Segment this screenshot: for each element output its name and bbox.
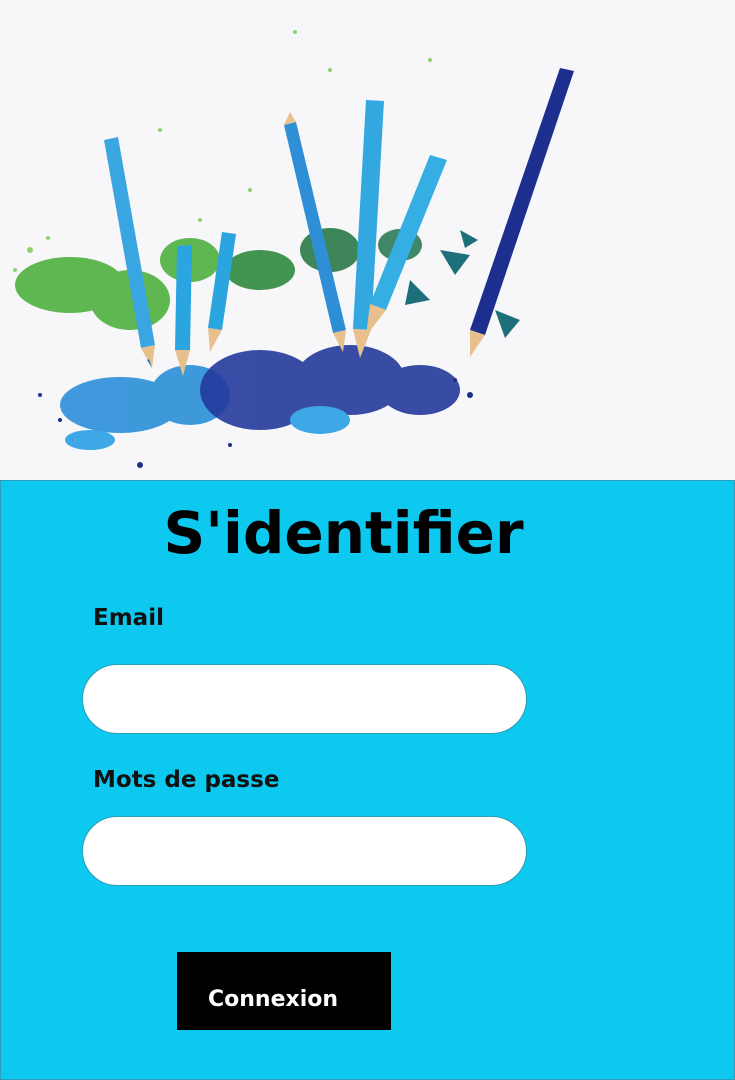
connexion-button[interactable]: Connexion: [177, 952, 391, 1030]
password-label: Mots de passe: [93, 767, 280, 793]
colored-pencils-illustration: [0, 0, 735, 480]
password-field[interactable]: [82, 816, 527, 886]
email-field[interactable]: [82, 664, 527, 734]
connexion-button-label: Connexion: [208, 987, 339, 1012]
page-title: S'identifier: [163, 499, 524, 567]
hero-image-colored-pencils: [0, 0, 735, 480]
login-panel: S'identifier Email Mots de passe Connexi…: [0, 480, 735, 1080]
email-label: Email: [93, 605, 164, 631]
